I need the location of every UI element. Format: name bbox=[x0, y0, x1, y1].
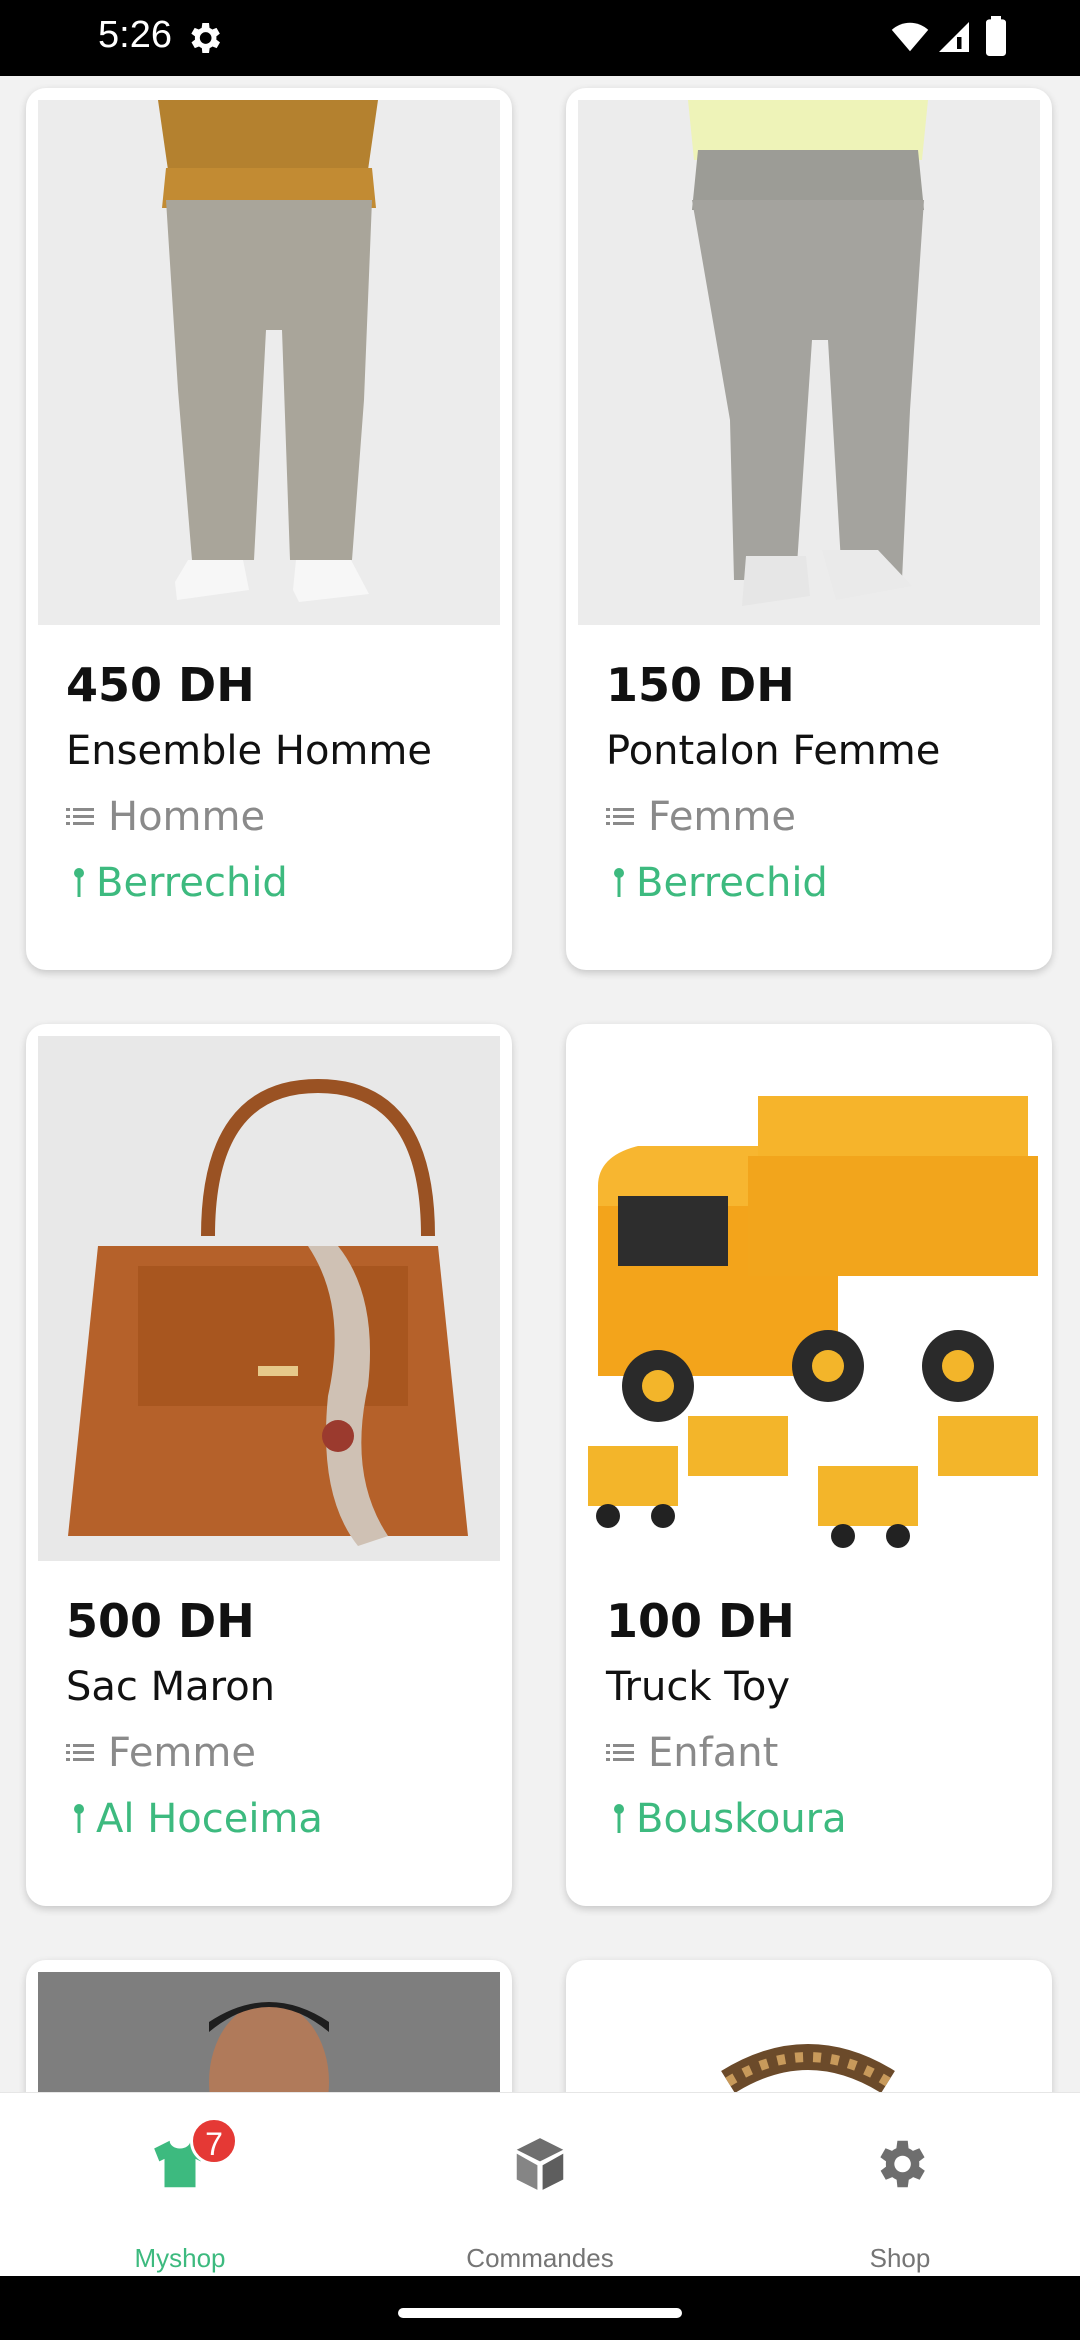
product-location: Berrechid bbox=[66, 860, 288, 906]
product-category-label: Femme bbox=[648, 794, 796, 840]
product-name: Sac Maron bbox=[66, 1664, 276, 1710]
product-card[interactable]: 100 DH Truck Toy Enfant Bouskoura bbox=[566, 1024, 1052, 1906]
product-location-label: Berrechid bbox=[96, 860, 288, 906]
location-pin-icon bbox=[614, 868, 624, 897]
nav-label: Commandes bbox=[466, 2243, 614, 2273]
gesture-bar bbox=[0, 2276, 1080, 2340]
nav-item-shop[interactable]: Shop bbox=[720, 2093, 1080, 2277]
home-gesture-handle[interactable] bbox=[398, 2308, 682, 2318]
nav-item-myshop[interactable]: 7 Myshop bbox=[0, 2093, 360, 2277]
product-price: 100 DH bbox=[606, 1594, 795, 1648]
product-location: Berrechid bbox=[606, 860, 828, 906]
product-category-label: Homme bbox=[108, 794, 266, 840]
gear-icon bbox=[880, 2140, 925, 2188]
product-image bbox=[38, 1036, 500, 1561]
product-location-label: Bouskoura bbox=[636, 1796, 847, 1842]
list-icon bbox=[66, 1744, 94, 1761]
product-image bbox=[578, 1036, 1040, 1561]
status-bar: 5:26 bbox=[0, 0, 1080, 76]
product-image bbox=[38, 1972, 500, 2092]
notification-badge: 7 bbox=[190, 2117, 238, 2165]
product-name: Truck Toy bbox=[606, 1664, 791, 1710]
nav-item-commandes[interactable]: Commandes bbox=[360, 2093, 720, 2277]
product-image bbox=[38, 100, 500, 625]
list-icon bbox=[606, 808, 634, 825]
location-pin-icon bbox=[614, 1804, 624, 1833]
battery-icon bbox=[986, 16, 1006, 56]
gear-icon bbox=[191, 23, 220, 53]
list-icon bbox=[606, 1744, 634, 1761]
signal-icon bbox=[939, 22, 969, 52]
product-location: Al Hoceima bbox=[66, 1796, 323, 1842]
product-card[interactable] bbox=[566, 1960, 1052, 2092]
product-category-label: Enfant bbox=[648, 1730, 779, 1776]
product-card[interactable]: 500 DH Sac Maron Femme Al Hoceima bbox=[26, 1024, 512, 1906]
product-location-label: Al Hoceima bbox=[96, 1796, 323, 1842]
nav-label: Shop bbox=[869, 2243, 931, 2273]
nav-label: Myshop bbox=[134, 2243, 226, 2273]
product-price: 150 DH bbox=[606, 658, 795, 712]
product-category: Homme bbox=[66, 794, 265, 840]
status-time: 5:26 bbox=[98, 14, 172, 56]
product-name: Ensemble Homme bbox=[66, 728, 432, 774]
product-grid[interactable]: 450 DH Ensemble Homme Homme Berrechid 15… bbox=[0, 76, 1080, 2092]
product-card[interactable] bbox=[26, 1960, 512, 2092]
bottom-navigation: 7 Myshop Commandes Shop bbox=[0, 2092, 1080, 2276]
product-location-label: Berrechid bbox=[636, 860, 828, 906]
product-image bbox=[578, 1972, 1040, 2092]
location-pin-icon bbox=[74, 868, 84, 897]
box-icon bbox=[516, 2138, 564, 2190]
product-location: Bouskoura bbox=[606, 1796, 847, 1842]
product-card[interactable]: 450 DH Ensemble Homme Homme Berrechid bbox=[26, 88, 512, 970]
product-card[interactable]: 150 DH Pontalon Femme Femme Berrechid bbox=[566, 88, 1052, 970]
product-category: Femme bbox=[606, 794, 796, 840]
product-category: Enfant bbox=[606, 1730, 778, 1776]
product-category: Femme bbox=[66, 1730, 256, 1776]
product-category-label: Femme bbox=[108, 1730, 256, 1776]
product-price: 500 DH bbox=[66, 1594, 255, 1648]
product-name: Pontalon Femme bbox=[606, 728, 941, 774]
location-pin-icon bbox=[74, 1804, 84, 1833]
product-image bbox=[578, 100, 1040, 625]
product-price: 450 DH bbox=[66, 658, 255, 712]
list-icon bbox=[66, 808, 94, 825]
wifi-icon bbox=[891, 22, 929, 52]
